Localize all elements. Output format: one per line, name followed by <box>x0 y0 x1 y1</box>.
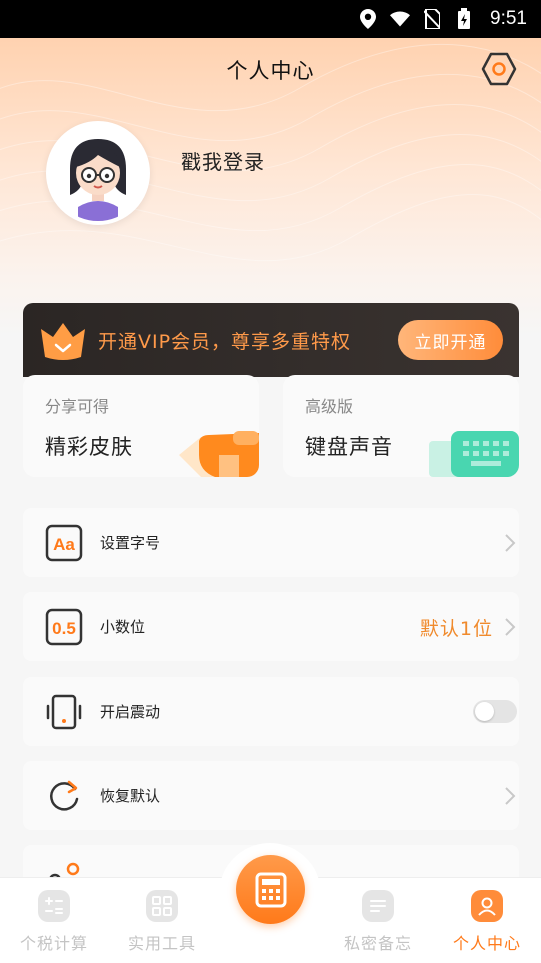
vibrate-toggle[interactable] <box>473 700 517 723</box>
feature-title: 键盘声音 <box>305 435 393 459</box>
tab-tax-calc[interactable]: 个税计算 <box>4 890 104 960</box>
memo-icon <box>362 890 394 922</box>
vip-open-button[interactable]: 立即开通 <box>398 320 503 360</box>
feature-title: 精彩皮肤 <box>45 435 133 459</box>
setting-font-size[interactable]: Aa 设置字号 <box>23 508 519 577</box>
feature-subtitle: 高级版 <box>305 397 354 416</box>
vip-banner[interactable]: 开通VIP会员，尊享多重特权 立即开通 <box>23 303 519 377</box>
decimal-icon: 0.5 <box>45 608 83 646</box>
avatar-girl-icon <box>50 125 146 221</box>
tab-label: 个税计算 <box>19 934 88 953</box>
login-prompt[interactable]: 戳我登录 <box>181 146 265 175</box>
battery-charging-icon <box>454 8 474 29</box>
avatar[interactable] <box>46 121 150 225</box>
svg-text:Aa: Aa <box>53 535 75 554</box>
settings-button[interactable] <box>480 50 518 88</box>
feature-card-skins[interactable]: 分享可得 精彩皮肤 <box>23 375 259 477</box>
tab-tools[interactable]: 实用工具 <box>112 890 212 960</box>
keyboard-art-icon <box>429 431 519 477</box>
user-icon <box>471 890 503 922</box>
wifi-icon <box>390 9 411 29</box>
status-bar: 9:51 <box>0 0 541 38</box>
svg-text:0.5: 0.5 <box>52 619 76 638</box>
font-size-icon: Aa <box>45 524 83 562</box>
tab-label: 实用工具 <box>127 934 196 953</box>
status-time: 9:51 <box>490 8 527 29</box>
setting-label: 恢复默认 <box>100 787 161 805</box>
grid-icon <box>146 890 178 922</box>
vibrate-icon <box>45 693 83 731</box>
setting-label: 开启震动 <box>100 703 161 721</box>
skin-art-icon <box>179 431 259 477</box>
profile-header: 个人中心 戳我登录 <box>0 38 541 338</box>
vip-promo-text: 开通VIP会员，尊享多重特权 <box>98 331 352 353</box>
chevron-right-icon <box>505 618 516 636</box>
no-sim-icon <box>422 9 442 29</box>
setting-decimal[interactable]: 0.5 小数位 默认1位 <box>23 592 519 661</box>
setting-label: 设置字号 <box>100 534 161 552</box>
chevron-right-icon <box>505 787 516 805</box>
chevron-right-icon <box>505 534 516 552</box>
restore-icon <box>45 777 83 815</box>
crown-icon <box>38 319 88 363</box>
setting-restore-default[interactable]: 恢复默认 <box>23 761 519 830</box>
settings-hexagon-icon <box>481 52 517 86</box>
tab-private-memo[interactable]: 私密备忘 <box>328 890 428 960</box>
setting-label: 小数位 <box>100 618 146 636</box>
calculator-button[interactable] <box>236 855 305 924</box>
tab-label: 私密备忘 <box>343 934 412 953</box>
setting-vibrate: 开启震动 <box>23 677 519 746</box>
calculator-icon <box>255 872 286 907</box>
location-icon <box>358 9 378 29</box>
toggle-knob <box>475 702 494 721</box>
tab-personal-center[interactable]: 个人中心 <box>437 890 537 960</box>
calculator-ops-icon <box>38 890 70 922</box>
feature-subtitle: 分享可得 <box>45 397 110 416</box>
page-title: 个人中心 <box>226 59 315 83</box>
feature-card-keyboard-sound[interactable]: 高级版 键盘声音 <box>283 375 519 477</box>
decimal-value: 默认1位 <box>419 618 493 640</box>
tab-label: 个人中心 <box>452 934 521 953</box>
